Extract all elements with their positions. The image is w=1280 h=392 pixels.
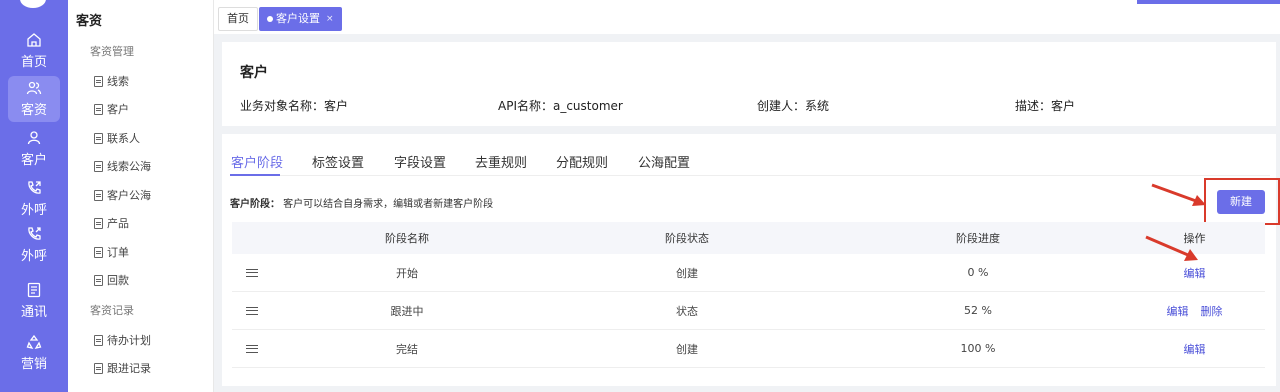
stages-table: 阶段名称 阶段状态 阶段进度 操作 开始 创建 0 % 编辑 跟进中 状态 52… bbox=[232, 222, 1265, 368]
settings-card: 客户阶段 标签设置 字段设置 去重规则 分配规则 公海配置 客户阶段： 客户可以… bbox=[222, 134, 1280, 386]
rail-item-label: 外呼 bbox=[20, 249, 47, 264]
sidebar-item-products[interactable]: 产品 bbox=[94, 215, 129, 231]
annotation-arrow-icon bbox=[1145, 235, 1198, 261]
rail-item-home[interactable]: 首页 bbox=[8, 28, 60, 74]
tab-dedupe-rules[interactable]: 去重规则 bbox=[475, 152, 527, 171]
drag-handle-icon[interactable] bbox=[246, 268, 258, 277]
object-info-card: 客户 业务对象名称：客户 API名称：a_customer 创建人：系统 描述：… bbox=[222, 42, 1276, 126]
stage-progress: 52 % bbox=[964, 304, 992, 317]
api-name-field: API名称：a_customer bbox=[498, 99, 623, 113]
active-dot-icon bbox=[267, 16, 273, 22]
drag-handle-icon[interactable] bbox=[246, 306, 258, 315]
tab-label: 客户设置 bbox=[276, 12, 320, 25]
rail-item-outbound-call-2[interactable]: 外呼 bbox=[8, 222, 60, 268]
stage-name: 完结 bbox=[396, 342, 418, 356]
tabs-divider bbox=[230, 175, 1270, 176]
drag-handle-icon[interactable] bbox=[246, 344, 258, 353]
sidebar-item-customer-pool[interactable]: 客户公海 bbox=[94, 187, 151, 203]
rail-item-label: 营销 bbox=[20, 357, 47, 372]
rail-item-label: 客户 bbox=[20, 153, 47, 168]
contacts-icon bbox=[27, 282, 41, 298]
top-accent-bar bbox=[1137, 0, 1280, 4]
phone-out-icon bbox=[28, 181, 41, 194]
stage-description: 客户阶段： 客户可以结合自身需求，编辑或者新建客户阶段 bbox=[230, 199, 494, 210]
document-icon bbox=[94, 362, 103, 374]
sidebar-item-contacts[interactable]: 联系人 bbox=[94, 130, 140, 146]
new-stage-button[interactable]: 新建 bbox=[1217, 190, 1265, 214]
rail-item-leads[interactable]: 客资 bbox=[8, 76, 60, 122]
sidebar-item-payments[interactable]: 回款 bbox=[94, 272, 129, 288]
tab-pool-config[interactable]: 公海配置 bbox=[638, 152, 690, 171]
app: 首页 客资 客户 外呼 外呼 通讯 营销 客资 客资管理 线索 客户 联系人 线… bbox=[0, 0, 1280, 392]
table-row: 开始 创建 0 % 编辑 bbox=[232, 254, 1265, 292]
object-name-field: 业务对象名称：客户 bbox=[240, 99, 349, 113]
stage-progress: 100 % bbox=[960, 342, 996, 355]
document-icon bbox=[94, 75, 103, 87]
table-row: 跟进中 状态 52 % 编辑 删除 bbox=[232, 292, 1265, 330]
stage-name: 开始 bbox=[396, 266, 418, 280]
sidebar-item-customer[interactable]: 客户 bbox=[94, 101, 129, 117]
sidebar-title: 客资 bbox=[76, 14, 103, 29]
table-header: 阶段名称 阶段状态 阶段进度 操作 bbox=[232, 222, 1265, 254]
table-row: 完结 创建 100 % 编辑 bbox=[232, 330, 1265, 368]
close-icon[interactable]: × bbox=[326, 7, 334, 31]
rail-item-label: 外呼 bbox=[20, 203, 47, 218]
page-title: 客户 bbox=[240, 65, 268, 81]
recycle-icon bbox=[26, 334, 42, 349]
document-icon bbox=[94, 160, 103, 172]
document-icon bbox=[94, 334, 103, 346]
tab-customer-settings[interactable]: 客户设置 × bbox=[259, 7, 342, 31]
stage-status: 状态 bbox=[676, 304, 698, 318]
delete-link[interactable]: 删除 bbox=[1201, 305, 1223, 318]
stage-status: 创建 bbox=[676, 266, 698, 280]
header-stage-name: 阶段名称 bbox=[385, 232, 429, 245]
description-field: 描述：客户 bbox=[1015, 99, 1076, 113]
active-tab-indicator bbox=[230, 174, 280, 176]
tab-tag-settings[interactable]: 标签设置 bbox=[312, 152, 364, 171]
header-stage-status: 阶段状态 bbox=[665, 232, 709, 245]
stage-name: 跟进中 bbox=[390, 304, 424, 318]
sidebar-item-lead-pool[interactable]: 线索公海 bbox=[94, 158, 151, 174]
tab-assign-rules[interactable]: 分配规则 bbox=[556, 152, 608, 171]
home-icon bbox=[27, 33, 41, 47]
rail-item-label: 客资 bbox=[20, 103, 47, 118]
rail-item-contacts[interactable]: 通讯 bbox=[8, 278, 60, 324]
stage-progress: 0 % bbox=[967, 266, 989, 279]
sidebar-item-followup[interactable]: 跟进记录 bbox=[94, 360, 151, 376]
user-icon bbox=[27, 131, 41, 145]
main-nav-rail: 首页 客资 客户 外呼 外呼 通讯 营销 bbox=[0, 0, 68, 392]
rail-item-label: 通讯 bbox=[20, 305, 47, 320]
sidebar-item-todo[interactable]: 待办计划 bbox=[94, 332, 151, 348]
sidebar-item-orders[interactable]: 订单 bbox=[94, 244, 129, 260]
rail-item-label: 首页 bbox=[20, 55, 47, 70]
tab-field-settings[interactable]: 字段设置 bbox=[394, 152, 446, 171]
secondary-sidebar: 客资 客资管理 线索 客户 联系人 线索公海 客户公海 产品 订单 回款 客资记… bbox=[68, 0, 214, 392]
tab-customer-stage[interactable]: 客户阶段 bbox=[231, 152, 283, 171]
document-icon bbox=[94, 246, 103, 258]
edit-link[interactable]: 编辑 bbox=[1184, 267, 1206, 280]
document-icon bbox=[94, 217, 103, 229]
document-icon bbox=[94, 189, 103, 201]
annotation-arrow-icon bbox=[1151, 183, 1206, 206]
rail-item-customer[interactable]: 客户 bbox=[8, 126, 60, 172]
document-icon bbox=[94, 132, 103, 144]
edit-link[interactable]: 编辑 bbox=[1184, 343, 1206, 356]
logo-icon bbox=[20, 0, 46, 8]
creator-field: 创建人：系统 bbox=[757, 99, 830, 113]
page-tabs-bar: 首页 客户设置 × bbox=[214, 0, 1280, 34]
phone-forward-icon bbox=[28, 227, 41, 240]
sidebar-item-leads[interactable]: 线索 bbox=[94, 73, 129, 89]
tab-home[interactable]: 首页 bbox=[218, 7, 258, 31]
header-stage-progress: 阶段进度 bbox=[956, 232, 1000, 245]
rail-item-outbound-call[interactable]: 外呼 bbox=[8, 176, 60, 222]
stage-status: 创建 bbox=[676, 342, 698, 356]
users-icon bbox=[26, 81, 42, 95]
document-icon bbox=[94, 274, 103, 286]
sidebar-group-label: 客资管理 bbox=[90, 45, 134, 58]
sidebar-group-label: 客资记录 bbox=[90, 304, 134, 317]
rail-item-marketing[interactable]: 营销 bbox=[8, 330, 60, 376]
edit-link[interactable]: 编辑 bbox=[1167, 305, 1189, 318]
document-icon bbox=[94, 103, 103, 115]
